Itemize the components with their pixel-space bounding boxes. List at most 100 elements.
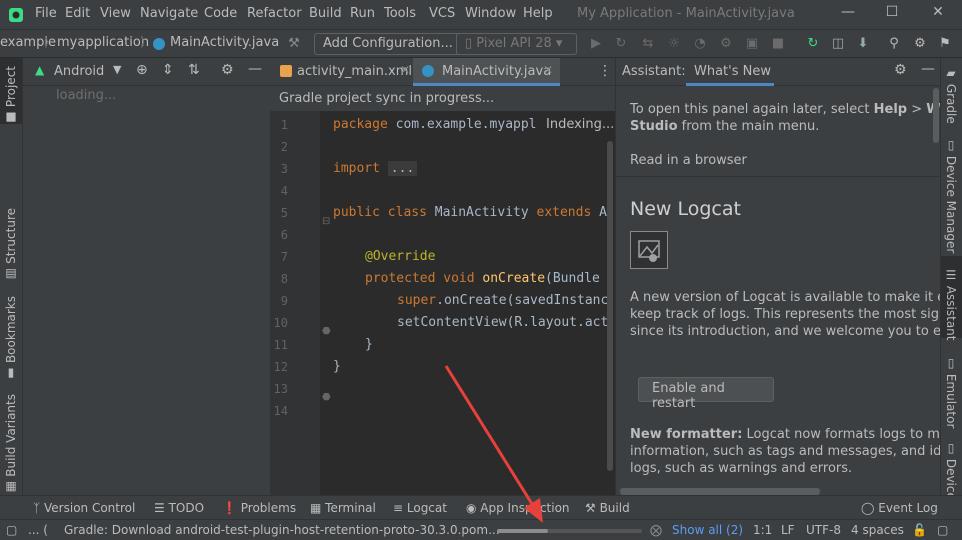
debug-icon[interactable]: ☼ xyxy=(666,36,682,52)
close-tab-icon[interactable]: ✕ xyxy=(543,63,553,77)
indent-setting[interactable]: 4 spaces xyxy=(851,523,904,537)
project-view-selector[interactable]: Android xyxy=(54,64,104,79)
background-task-message[interactable]: Gradle: Download android-test-plugin-hos… xyxy=(64,523,500,537)
tab-activity-main-xml[interactable]: activity_main.xml ✕ xyxy=(270,58,413,86)
menu-code[interactable]: Code xyxy=(204,6,237,21)
line-number: 10 xyxy=(273,316,288,330)
tab-whats-new[interactable]: What's New xyxy=(694,64,771,79)
profile-icon[interactable]: ◔ xyxy=(692,36,708,52)
maximize-icon[interactable]: ☐ xyxy=(882,4,902,24)
android-icon: ▲ xyxy=(35,63,45,77)
hide-panel-icon[interactable]: — xyxy=(248,61,262,77)
breadcrumb-separator-icon: ⟩ xyxy=(44,35,50,50)
sync-gradle-icon[interactable]: ↻ xyxy=(805,36,821,52)
event-log-icon: ◯ xyxy=(861,501,879,515)
gradle-tool-tab[interactable]: ▰ Gradle xyxy=(944,66,958,124)
formatter-text: information, such as tags and messages, … xyxy=(630,444,941,459)
menu-edit[interactable]: Edit xyxy=(65,6,90,21)
enable-and-restart-button[interactable]: Enable and restart xyxy=(638,377,774,411)
menu-navigate[interactable]: Navigate xyxy=(140,6,198,21)
build-tab[interactable]: ⚒ Build xyxy=(585,501,630,515)
more-tabs-icon[interactable]: ⋮ xyxy=(598,63,612,79)
build-variants-tool-tab[interactable]: ▦ Build Variants xyxy=(4,394,18,495)
apply-changes-icon[interactable]: ↻ xyxy=(613,36,629,52)
menu-window[interactable]: Window xyxy=(465,6,516,21)
layout-toggle-icon[interactable]: ▢ xyxy=(6,523,17,537)
caret-position[interactable]: 1:1 xyxy=(753,523,772,537)
assistant-settings-gear-icon[interactable]: ⚙ xyxy=(894,62,907,78)
editor-scrollbar[interactable] xyxy=(607,141,613,471)
app-inspection-tab[interactable]: ◉ App Inspection xyxy=(466,501,570,515)
emulator-tool-tab[interactable]: ▯ Emulator xyxy=(944,356,958,428)
minimize-icon[interactable]: — xyxy=(838,4,858,24)
horizontal-scrollbar[interactable] xyxy=(620,488,820,495)
breadcrumb-file[interactable]: MainActivity.java xyxy=(170,35,279,50)
menu-help[interactable]: Help xyxy=(523,6,553,21)
memory-indicator-icon[interactable]: ▢ xyxy=(937,523,948,537)
logcat-tab[interactable]: ≡ Logcat xyxy=(393,501,447,515)
menu-tools[interactable]: Tools xyxy=(384,6,416,21)
todo-tab[interactable]: ☰ TODO xyxy=(154,501,204,515)
divider xyxy=(616,176,941,177)
menu-run[interactable]: Run xyxy=(350,6,375,21)
search-icon[interactable]: ⚲ xyxy=(886,36,902,52)
cancel-task-icon[interactable]: ⨂ xyxy=(650,523,662,537)
tab-main-activity-java[interactable]: MainActivity.java ✕ xyxy=(413,58,560,86)
code-area[interactable]: package com.example.myappl Indexing... i… xyxy=(320,111,615,495)
coverage-icon[interactable]: ▣ xyxy=(744,36,760,52)
line-separator[interactable]: LF xyxy=(781,523,795,537)
event-log-tab[interactable]: ◯ Event Log xyxy=(861,501,938,515)
settings-gear-icon[interactable]: ⚙ xyxy=(912,36,928,52)
close-icon[interactable]: ✕ xyxy=(928,4,948,24)
device-explorer-tool-tab[interactable]: ▯ Device xyxy=(944,441,958,500)
stop-icon[interactable]: ■ xyxy=(770,36,786,52)
show-all-tasks-link[interactable]: Show all (2) xyxy=(672,523,743,537)
device-tab-label: Device xyxy=(944,458,958,500)
locate-file-icon[interactable]: ⊕ xyxy=(136,62,148,78)
terminal-tab[interactable]: ▦ Terminal xyxy=(310,501,376,515)
add-configuration-button[interactable]: Add Configuration... xyxy=(314,33,462,55)
menu-build[interactable]: Build xyxy=(309,6,342,21)
menu-vcs[interactable]: VCS xyxy=(429,6,455,21)
attach-debugger-icon[interactable]: ⚙ xyxy=(718,36,734,52)
app-inspection-label: App Inspection xyxy=(480,501,570,515)
version-control-tab[interactable]: ᛉ Version Control xyxy=(33,501,135,515)
assistant-tool-tab[interactable]: ☰ Assistant xyxy=(944,268,958,341)
collapse-all-icon[interactable]: ⇅ xyxy=(188,62,200,78)
read-in-browser-link[interactable]: Read in a browser xyxy=(630,152,747,169)
phone-icon: ▯ xyxy=(465,36,473,51)
menu-file[interactable]: File xyxy=(35,6,57,21)
line-number: 2 xyxy=(280,140,288,154)
menu-view[interactable]: View xyxy=(100,6,131,21)
bottom-tool-stripe: ᛉ Version Control ☰ TODO ❗ Problems ▦ Te… xyxy=(0,495,962,519)
project-tool-tab[interactable]: ■ Project xyxy=(4,66,18,125)
file-encoding[interactable]: UTF-8 xyxy=(806,523,841,537)
progress-bar xyxy=(497,529,642,533)
code-line: package com.example.myappl xyxy=(333,117,537,132)
hide-panel-icon[interactable]: — xyxy=(921,61,935,77)
sync-banner: Gradle project sync in progress... xyxy=(270,86,615,111)
panel-options-gear-icon[interactable]: ⚙ xyxy=(221,62,234,78)
problems-tab[interactable]: ❗ Problems xyxy=(222,501,296,515)
apply-code-changes-icon[interactable]: ⇆ xyxy=(640,36,656,52)
indexing-label: Indexing... xyxy=(542,117,615,132)
menu-refactor[interactable]: Refactor xyxy=(247,6,302,21)
expand-all-icon[interactable]: ⇕ xyxy=(162,62,174,78)
run-icon[interactable]: ▶ xyxy=(588,36,604,52)
ide-updates-icon[interactable]: ⚑ xyxy=(937,36,953,52)
assistant-scrollbar[interactable] xyxy=(933,88,939,143)
device-manager-icon[interactable]: ◫ xyxy=(830,36,846,52)
sdk-manager-icon[interactable]: ⬇ xyxy=(855,36,871,52)
breadcrumb-module[interactable]: myapplication xyxy=(57,35,149,50)
device-label: Pixel API 28 xyxy=(476,36,552,51)
bookmarks-tool-tab[interactable]: ▮ Bookmarks xyxy=(4,296,18,381)
assistant-icon: ☰ xyxy=(944,268,958,286)
close-tab-icon[interactable]: ✕ xyxy=(400,63,410,77)
structure-tool-tab[interactable]: ▤ Structure xyxy=(4,208,18,282)
chevron-down-icon[interactable]: ▼ xyxy=(113,63,121,76)
intro-text: To open this panel again later, select H… xyxy=(630,102,941,117)
device-selector[interactable]: ▯ Pixel API 28 ▾ xyxy=(456,33,577,55)
read-only-lock-icon[interactable]: 🔓 xyxy=(912,523,927,537)
device-manager-tool-tab[interactable]: ▯ Device Manager xyxy=(944,138,958,253)
hammer-icon[interactable]: ⚒ xyxy=(286,36,302,52)
